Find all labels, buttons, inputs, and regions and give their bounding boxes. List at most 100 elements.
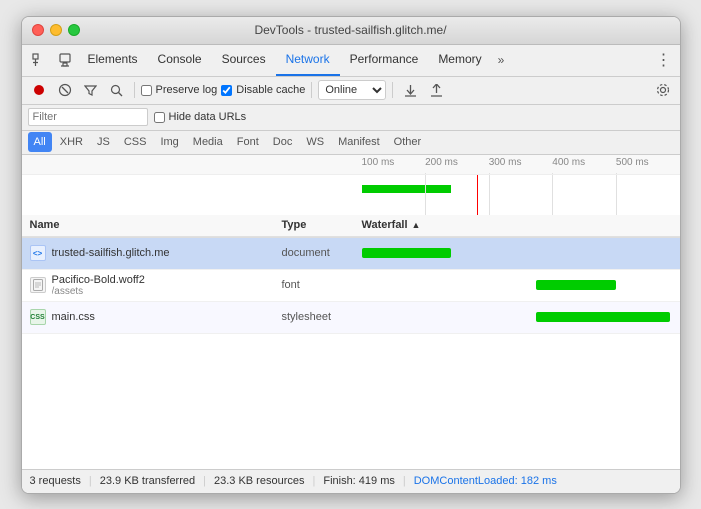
req-waterfall-cell <box>362 270 680 301</box>
req-type-cell: font <box>282 279 362 291</box>
vline-200 <box>425 173 426 174</box>
request-row[interactable]: CSS main.css stylesheet <box>22 302 680 334</box>
filter-bar: Hide data URLs <box>22 105 680 131</box>
status-resources: 23.3 KB resources <box>214 475 305 487</box>
disable-cache-checkbox[interactable] <box>221 85 232 96</box>
ruler-row: 100 ms 200 ms 300 ms 400 ms 500 ms <box>22 155 680 175</box>
tick-200ms: 200 ms <box>425 157 458 168</box>
filter-input[interactable] <box>28 108 148 126</box>
vline-chart-500 <box>616 175 617 215</box>
tab-sources[interactable]: Sources <box>212 44 276 76</box>
more-tools-icon[interactable]: ⋮ <box>652 48 676 72</box>
preserve-log-label[interactable]: Preserve log <box>156 84 218 96</box>
preserve-log-checkbox[interactable] <box>141 85 152 96</box>
column-headers: Name Type Waterfall ▲ <box>22 215 680 237</box>
type-filter-img[interactable]: Img <box>154 132 184 152</box>
hide-data-urls-checkbox[interactable] <box>154 112 165 123</box>
filter-icon[interactable] <box>80 79 102 101</box>
type-filter-ws[interactable]: WS <box>300 132 330 152</box>
req-icon-css: CSS <box>30 309 46 325</box>
devtools-body: Elements Console Sources Network Perform… <box>22 45 680 493</box>
device-toolbar-icon[interactable] <box>52 47 78 73</box>
request-row[interactable]: <> trusted-sailfish.glitch.me document <box>22 238 680 270</box>
tick-400ms: 400 ms <box>552 157 585 168</box>
type-filter-manifest[interactable]: Manifest <box>332 132 386 152</box>
network-toolbar: Preserve log Disable cache Online Offlin… <box>22 77 680 105</box>
separator: | <box>403 475 406 487</box>
maximize-button[interactable] <box>68 24 80 36</box>
export-har-button[interactable] <box>425 79 447 101</box>
tick-500ms: 500 ms <box>616 157 649 168</box>
tab-console[interactable]: Console <box>148 44 212 76</box>
req-waterfall-cell <box>362 302 680 333</box>
vline-400 <box>552 173 553 174</box>
traffic-lights <box>32 24 80 36</box>
req-name-cell: CSS main.css <box>22 309 282 325</box>
vline-chart-300 <box>489 175 490 215</box>
close-button[interactable] <box>32 24 44 36</box>
search-icon[interactable] <box>106 79 128 101</box>
mini-chart-type-spacer <box>282 175 362 215</box>
req-waterfall-cell <box>362 238 680 269</box>
tab-overflow[interactable]: » <box>494 53 509 67</box>
type-filter-font[interactable]: Font <box>231 132 265 152</box>
request-row[interactable]: Pacifico-Bold.woff2 /assets font <box>22 270 680 302</box>
type-filter-doc[interactable]: Doc <box>267 132 299 152</box>
column-waterfall-header[interactable]: Waterfall ▲ <box>362 219 680 231</box>
title-bar: DevTools - trusted-sailfish.glitch.me/ <box>22 17 680 45</box>
preserve-log-group: Preserve log <box>141 84 218 96</box>
separator: | <box>89 475 92 487</box>
minimize-button[interactable] <box>50 24 62 36</box>
tab-memory[interactable]: Memory <box>428 44 491 76</box>
ruler-type-spacer <box>282 155 362 174</box>
separator-2 <box>311 82 312 98</box>
hide-data-urls-label[interactable]: Hide data URLs <box>169 111 247 123</box>
req-type-cell: stylesheet <box>282 311 362 323</box>
import-har-button[interactable] <box>399 79 421 101</box>
requests-list: <> trusted-sailfish.glitch.me document <box>22 238 680 469</box>
type-filter-js[interactable]: JS <box>91 132 116 152</box>
type-filter-css[interactable]: CSS <box>118 132 153 152</box>
status-finish: Finish: 419 ms <box>323 475 395 487</box>
req-type-cell: document <box>282 247 362 259</box>
vline-500 <box>616 173 617 174</box>
tab-elements[interactable]: Elements <box>78 44 148 76</box>
throttle-select[interactable]: Online Offline Slow 3G Fast 3G <box>318 80 386 100</box>
status-bar: 3 requests | 23.9 KB transferred | 23.3 … <box>22 469 680 493</box>
req-name-text: trusted-sailfish.glitch.me <box>52 247 170 259</box>
inspect-element-icon[interactable] <box>26 47 52 73</box>
type-filter-media[interactable]: Media <box>187 132 229 152</box>
req-icon-file <box>30 277 46 293</box>
tick-300ms: 300 ms <box>489 157 522 168</box>
record-button[interactable] <box>28 79 50 101</box>
ruler-timeline: 100 ms 200 ms 300 ms 400 ms 500 ms <box>362 155 680 174</box>
separator: | <box>312 475 315 487</box>
status-dom-content-loaded: DOMContentLoaded: 182 ms <box>414 475 557 487</box>
mini-bar-1 <box>362 185 451 193</box>
vline-chart-200 <box>425 175 426 215</box>
column-name-header[interactable]: Name <box>22 219 282 231</box>
req-name-multi: Pacifico-Bold.woff2 /assets <box>52 274 145 297</box>
clear-button[interactable] <box>54 79 76 101</box>
settings-icon[interactable] <box>652 79 674 101</box>
disable-cache-group: Disable cache <box>221 84 305 96</box>
req-name-text: main.css <box>52 311 95 323</box>
vline-chart-400 <box>552 175 553 215</box>
tab-network[interactable]: Network <box>276 44 340 76</box>
sort-arrow-icon: ▲ <box>412 220 421 230</box>
tab-performance[interactable]: Performance <box>340 44 429 76</box>
disable-cache-label[interactable]: Disable cache <box>236 84 305 96</box>
mini-chart-area <box>362 175 680 215</box>
req-name-cell: <> trusted-sailfish.glitch.me <box>22 245 282 261</box>
tick-100ms: 100 ms <box>362 157 395 168</box>
waterfall-header: 100 ms 200 ms 300 ms 400 ms 500 ms <box>22 155 680 238</box>
separator-1 <box>134 82 135 98</box>
type-filter-all[interactable]: All <box>28 132 52 152</box>
req-filename: Pacifico-Bold.woff2 <box>52 274 145 286</box>
column-type-header[interactable]: Type <box>282 219 362 231</box>
separator: | <box>203 475 206 487</box>
req-path: /assets <box>52 286 145 297</box>
type-filter-other[interactable]: Other <box>388 132 428 152</box>
type-filter-xhr[interactable]: XHR <box>54 132 89 152</box>
mini-chart-name-spacer <box>22 175 282 215</box>
